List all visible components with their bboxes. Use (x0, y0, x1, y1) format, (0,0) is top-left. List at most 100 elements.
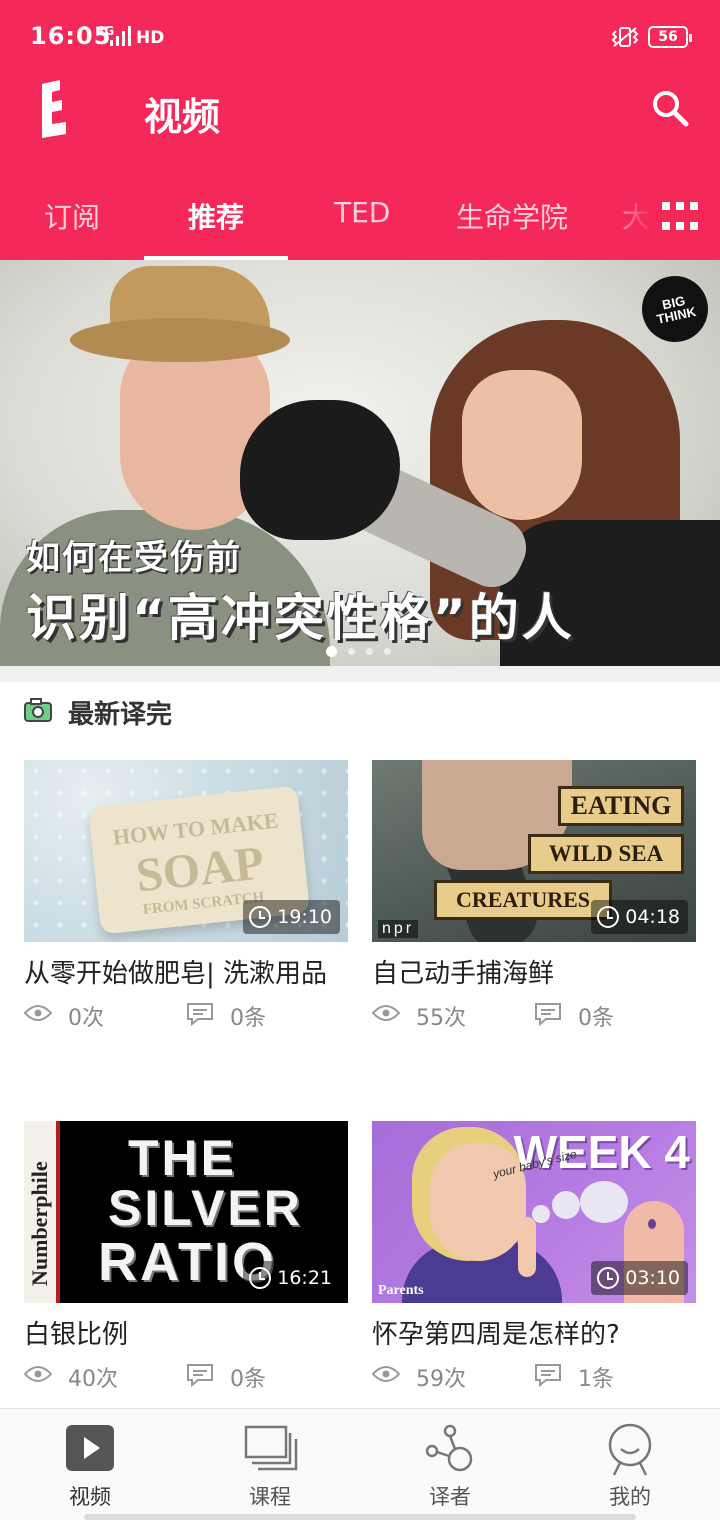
video-thumbnail[interactable]: EATING WILD SEA CREATURES npr 04:18 (372, 760, 696, 942)
video-title[interactable]: 自己动手捕海鲜 (372, 954, 696, 994)
comment-count: 0条 (230, 1367, 266, 1392)
video-meta: 59次 1条 (372, 1357, 696, 1397)
nav-item-courses[interactable]: 课程 (180, 1409, 360, 1520)
eye-icon (24, 1366, 52, 1382)
duration-badge: 19:10 (243, 900, 340, 934)
thumb-art-cloud (552, 1191, 580, 1219)
eye-icon (24, 1005, 52, 1021)
category-tabs: 订阅 推荐 TED 生命学院 大 (0, 190, 720, 260)
view-count: 40次 (68, 1367, 118, 1392)
thumb-art-cloud (532, 1205, 550, 1223)
carousel-dots (326, 640, 402, 657)
video-meta: 40次 0条 (24, 1357, 348, 1397)
app-logo-icon[interactable] (36, 80, 76, 138)
duration-badge: 04:18 (591, 900, 688, 934)
comment-count: 0条 (578, 1006, 614, 1031)
duration-text: 04:18 (625, 906, 680, 928)
tab-subscribe[interactable]: 订阅 (44, 196, 100, 236)
thumb-text: EATING (558, 786, 684, 826)
tab-recommended[interactable]: 推荐 (188, 196, 244, 236)
eye-icon (372, 1366, 400, 1382)
duration-badge: 16:21 (243, 1261, 340, 1295)
thumb-text: WILD SEA (528, 834, 684, 874)
video-thumbnail[interactable]: HOW TO MAKE SOAP FROM SCRATCH 19:10 (24, 760, 348, 942)
thumb-art-head (430, 1143, 526, 1261)
view-count: 55次 (416, 1006, 466, 1031)
gesture-bar (84, 1514, 636, 1520)
thumb-art-dot (648, 1219, 656, 1229)
thumb-text: CREATURES (434, 880, 612, 920)
thumb-art-redline (56, 1121, 60, 1303)
vibrate-icon (611, 27, 639, 47)
carousel-dot[interactable] (384, 648, 391, 655)
comment-count: 0条 (230, 1006, 266, 1031)
nav-item-videos[interactable]: 视频 (0, 1409, 180, 1520)
comment-count: 1条 (578, 1367, 614, 1392)
video-title[interactable]: 白银比例 (24, 1315, 348, 1355)
duration-badge: 03:10 (591, 1261, 688, 1295)
banner-art-woman-face (462, 370, 582, 520)
nav-label: 视频 (69, 1485, 111, 1509)
carousel-dot[interactable] (366, 648, 373, 655)
view-count: 59次 (416, 1367, 466, 1392)
tab-ted[interactable]: TED (334, 196, 390, 229)
npr-logo: npr (378, 920, 419, 938)
comment-icon (187, 1364, 213, 1387)
page-title: 视频 (144, 95, 221, 139)
carousel-dot[interactable] (348, 648, 355, 655)
thumb-art-cloud (580, 1181, 628, 1223)
search-icon[interactable] (650, 88, 690, 128)
translator-network-icon (425, 1424, 473, 1472)
app-header: 16:05 4G HD 56 视频 订阅 推荐 TED 生命学院 大 (0, 0, 720, 260)
camera-icon (24, 698, 52, 722)
thumb-text: Numberphile (27, 1161, 52, 1286)
section-divider (0, 666, 720, 682)
banner-title-line2: 识别“高冲突性格”的人 (26, 589, 575, 647)
featured-banner[interactable]: BIG THINK 如何在受伤前 识别“高冲突性格”的人 (0, 260, 720, 666)
duration-text: 03:10 (625, 1267, 680, 1289)
banner-art-glove (240, 400, 400, 540)
banner-art-hat-brim (70, 318, 290, 362)
video-play-icon (66, 1425, 114, 1471)
nav-label: 我的 (609, 1485, 651, 1509)
duration-text: 19:10 (277, 906, 332, 928)
video-thumbnail[interactable]: WEEK 4 your baby's size Parents 03:10 (372, 1121, 696, 1303)
thumb-text: SILVER (108, 1180, 303, 1236)
bottom-navigation: 视频 课程 译者 我的 (0, 1408, 720, 1520)
comment-icon (535, 1003, 561, 1026)
signal-icon (110, 26, 131, 46)
video-card-silver-ratio[interactable]: Numberphile THE SILVER RATIO 16:21 白银比例 … (24, 1121, 348, 1397)
status-bar: 16:05 4G HD 56 (0, 0, 720, 74)
video-card-seafood[interactable]: EATING WILD SEA CREATURES npr 04:18 自己动手… (372, 760, 696, 1036)
nav-label: 课程 (249, 1485, 291, 1509)
nav-item-translators[interactable]: 译者 (360, 1409, 540, 1520)
nav-item-me[interactable]: 我的 (540, 1409, 720, 1520)
video-thumbnail[interactable]: Numberphile THE SILVER RATIO 16:21 (24, 1121, 348, 1303)
video-meta: 55次 0条 (372, 996, 696, 1036)
eye-icon (372, 1005, 400, 1021)
battery-indicator: 56 (648, 26, 692, 48)
hd-indicator: HD (136, 28, 165, 48)
banner-title-line1: 如何在受伤前 (26, 538, 242, 578)
section-title: 最新译完 (68, 700, 173, 730)
view-count: 0次 (68, 1006, 104, 1031)
video-meta: 0次 0条 (24, 996, 348, 1036)
video-card-pregnancy-week4[interactable]: WEEK 4 your baby's size Parents 03:10 怀孕… (372, 1121, 696, 1397)
clock-icon (249, 906, 272, 928)
numberphile-sidebar: Numberphile (24, 1121, 56, 1303)
comment-icon (187, 1003, 213, 1026)
duration-text: 16:21 (277, 1267, 332, 1289)
profile-icon (608, 1423, 652, 1476)
all-categories-grid-icon[interactable] (660, 200, 700, 240)
carousel-dot[interactable] (326, 646, 337, 657)
big-think-badge: BIG THINK (635, 269, 715, 349)
video-title[interactable]: 从零开始做肥皂| 洗漱用品 (24, 954, 348, 994)
thumb-text: WEEK 4 (513, 1126, 690, 1178)
comment-icon (535, 1364, 561, 1387)
video-title[interactable]: 怀孕第四周是怎样的? (372, 1315, 696, 1355)
thumb-art-finger (518, 1217, 536, 1277)
parents-logo: Parents (378, 1283, 424, 1298)
video-card-soap[interactable]: HOW TO MAKE SOAP FROM SCRATCH 19:10 从零开始… (24, 760, 348, 1036)
tab-life-academy[interactable]: 生命学院 (456, 196, 568, 236)
clock-icon (597, 1267, 620, 1289)
